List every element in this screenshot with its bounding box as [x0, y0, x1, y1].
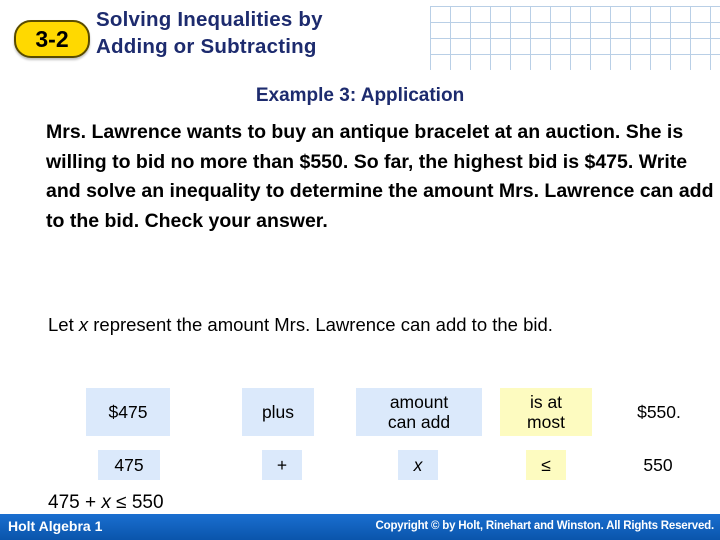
- final-inequality-var: x: [101, 492, 111, 513]
- phrase-cell-3-text: is at most: [527, 392, 565, 432]
- page-title-line2: Adding or Subtracting: [96, 35, 317, 58]
- page-title: Solving Inequalities by Adding or Subtra…: [96, 6, 516, 60]
- footer-book-title: Holt Algebra 1: [8, 518, 103, 534]
- lesson-number-badge: 3-2: [14, 20, 90, 58]
- lesson-number-label: 3-2: [35, 25, 69, 52]
- slide-header: 3-2 Solving Inequalities by Adding or Su…: [0, 0, 720, 76]
- problem-statement: Mrs. Lawrence wants to buy an antique br…: [46, 121, 714, 232]
- final-inequality-post: ≤ 550: [110, 492, 164, 513]
- phrase-cell-3: is at most: [500, 388, 592, 436]
- phrase-cell-1: plus: [242, 388, 314, 436]
- variable-symbol: x: [78, 314, 89, 335]
- symbol-row: 475 + x ≤ 550: [0, 450, 720, 486]
- phrase-cell-2-text: amount can add: [387, 392, 451, 432]
- phrase-cell-2: amount can add: [356, 388, 482, 436]
- variable-definition-post: represent the amount Mrs. Lawrence can a…: [88, 314, 553, 335]
- final-inequality: 475 + x ≤ 550: [48, 492, 164, 514]
- page-title-line1: Solving Inequalities by: [96, 8, 323, 31]
- final-inequality-pre: 475 +: [48, 492, 102, 513]
- footer-copyright: Copyright © by Holt, Rinehart and Winsto…: [375, 520, 715, 532]
- slide-footer: Holt Algebra 1 Copyright © by Holt, Rine…: [0, 514, 720, 540]
- symbol-cell-3: ≤: [526, 450, 566, 480]
- symbol-cell-4: 550: [643, 455, 673, 475]
- phrase-cell-4: $550.: [637, 402, 681, 422]
- symbol-cell-0: 475: [98, 450, 160, 480]
- example-heading: Example 3: Application: [255, 85, 465, 106]
- symbol-cell-2: x: [398, 450, 438, 480]
- phrase-cell-0: $475: [86, 388, 170, 436]
- symbol-cell-1: +: [262, 450, 302, 480]
- variable-definition-pre: Let: [48, 314, 79, 335]
- variable-definition: Let x represent the amount Mrs. Lawrence…: [48, 311, 708, 339]
- word-phrase-row: $475 plus amount can add is at most $550…: [0, 388, 720, 446]
